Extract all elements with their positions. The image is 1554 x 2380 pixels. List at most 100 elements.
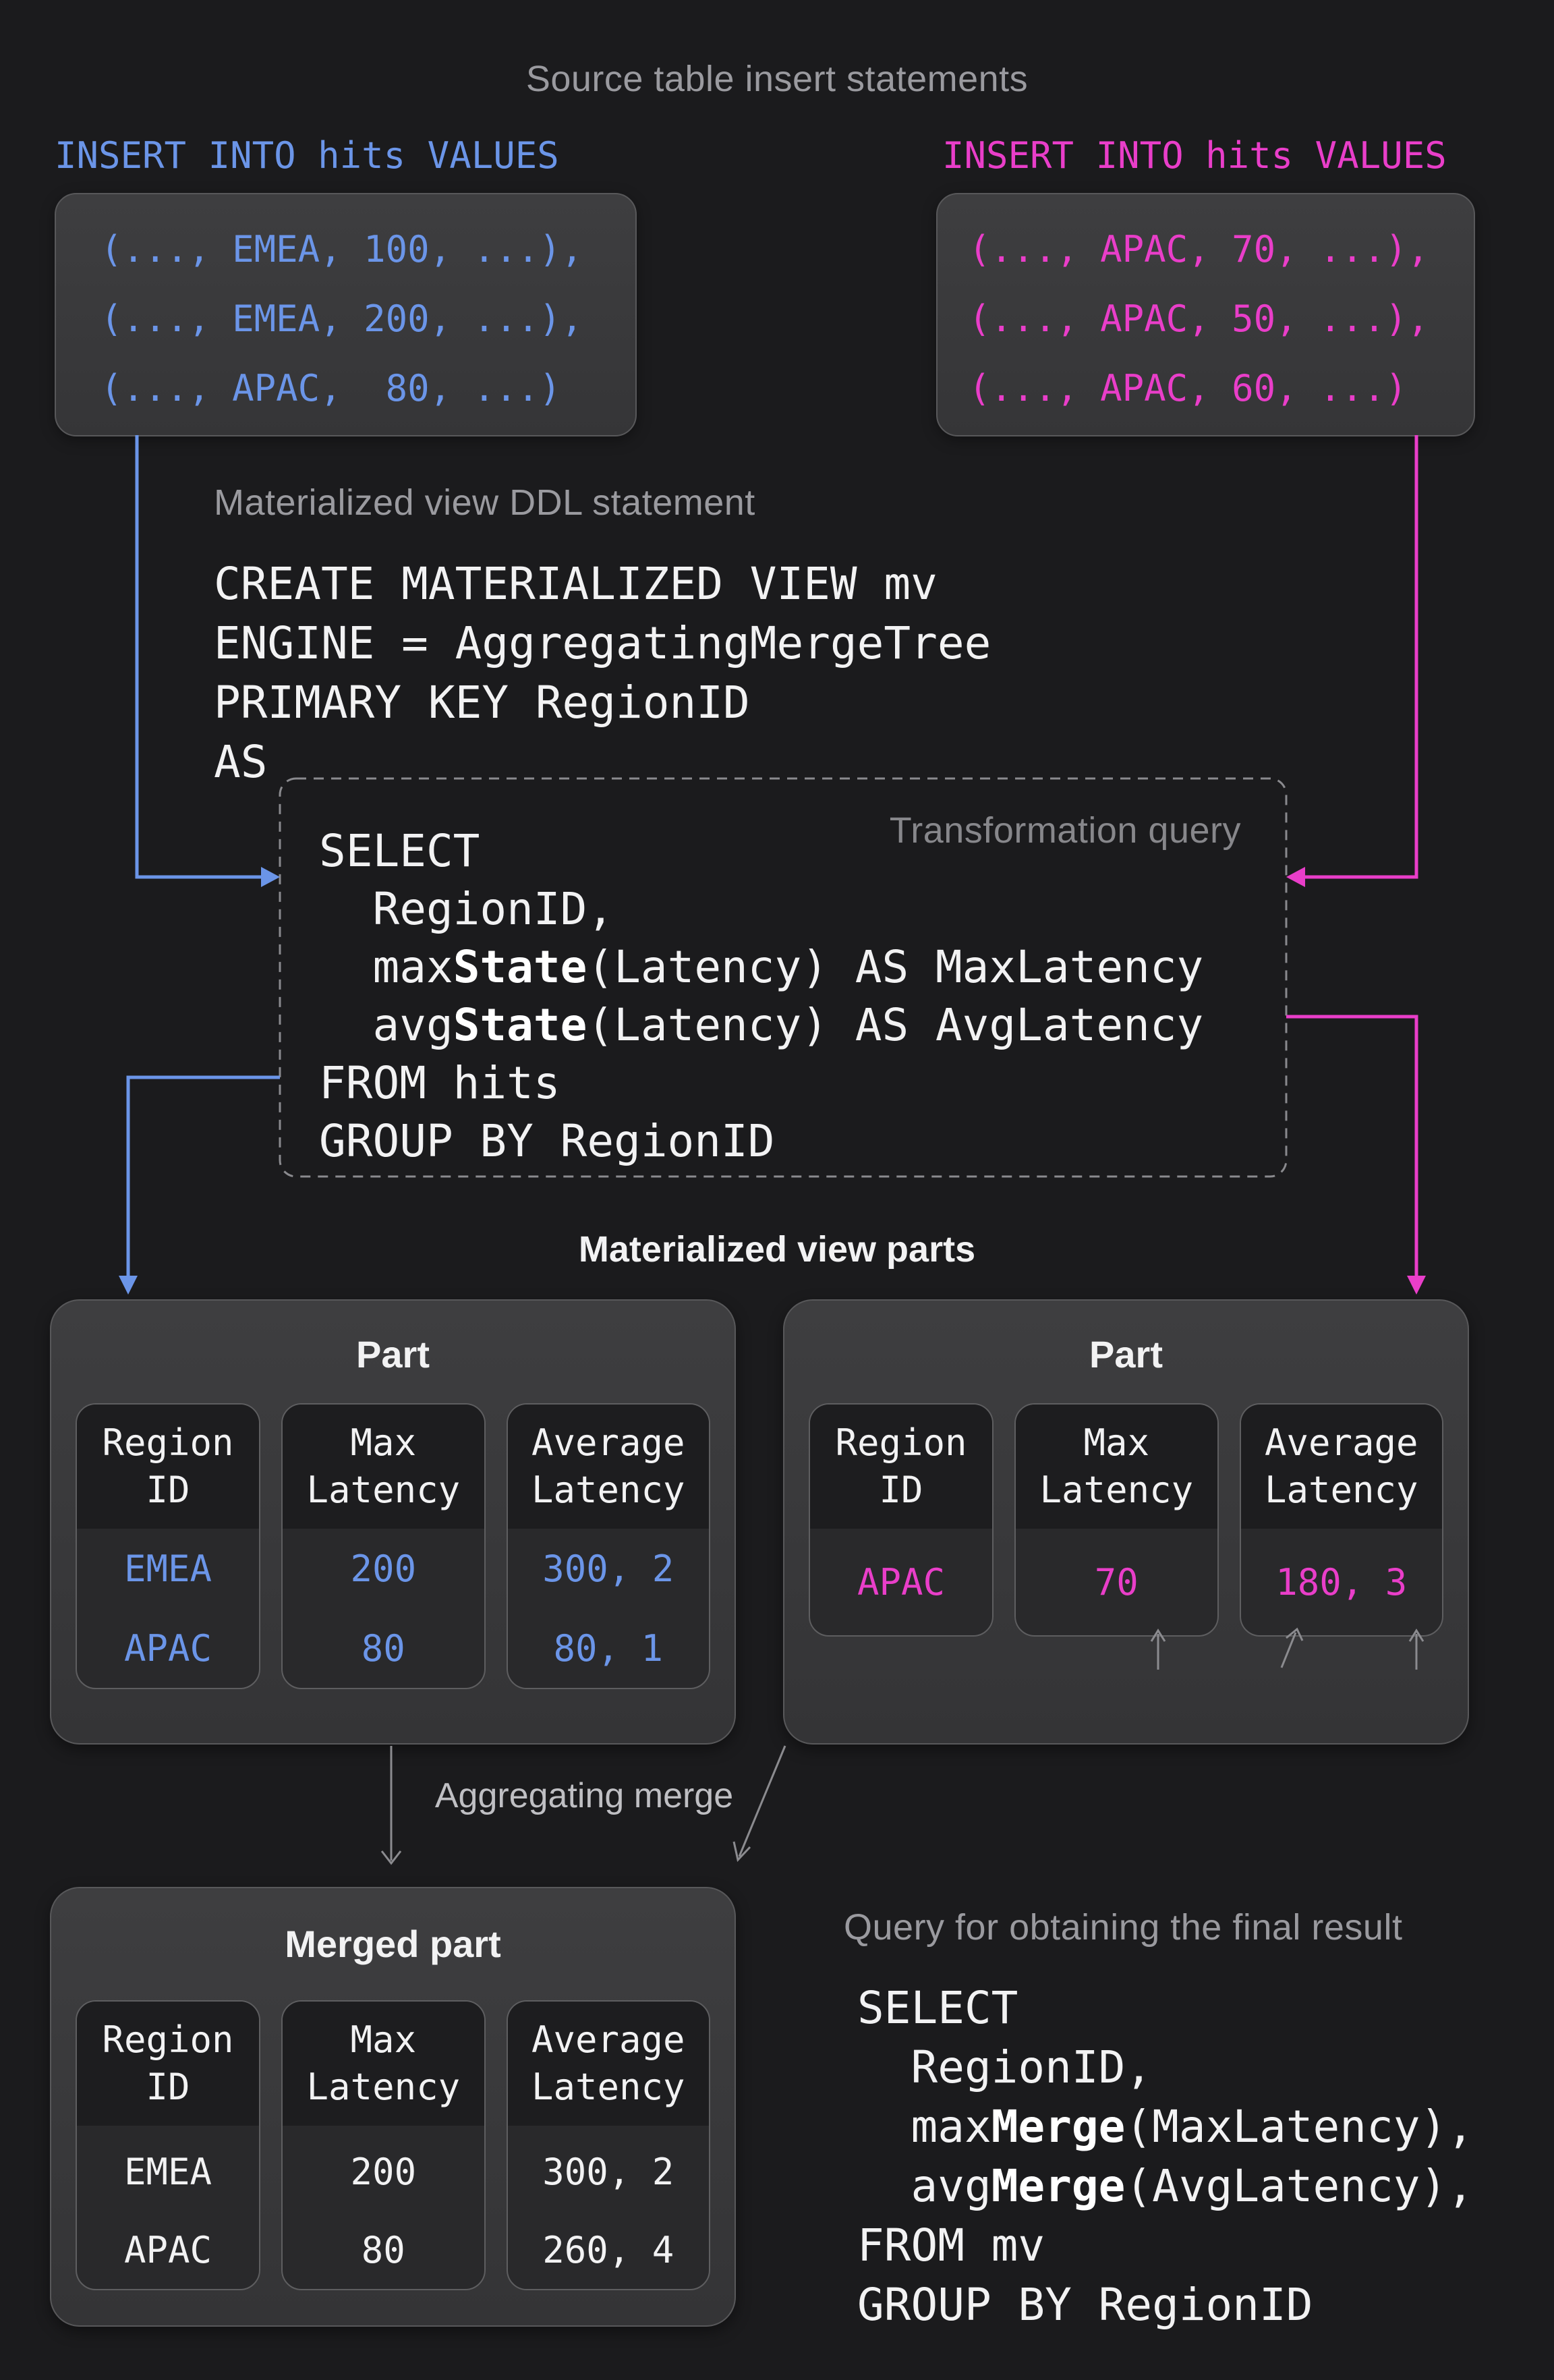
cell-value: 300, 2	[542, 1548, 674, 1590]
column-header-line: Latency	[1040, 1467, 1194, 1514]
insert-right-code: (..., APAC, 70, ...),(..., APAC, 50, ...…	[938, 194, 1474, 423]
insert-right-box: (..., APAC, 70, ...),(..., APAC, 50, ...…	[936, 193, 1475, 436]
code-line: ENGINE = AggregatingMergeTree	[214, 614, 991, 673]
code-line: FROM hits	[319, 1054, 1203, 1112]
code-line: FROM mv	[857, 2216, 1474, 2275]
column-header: MaxLatency	[283, 2002, 484, 2126]
insert-left-code: (..., EMEA, 100, ...),(..., EMEA, 200, .…	[56, 194, 635, 423]
part-right-table: RegionIDAPACMaxLatency70AverageLatency18…	[809, 1403, 1443, 1637]
transformation-code: SELECT RegionID, maxState(Latency) AS Ma…	[319, 822, 1203, 1170]
code-line: SELECT	[319, 822, 1203, 880]
blue-query-to-part-arrowhead	[119, 1276, 138, 1295]
column-header-line: Average	[531, 1419, 685, 1467]
column-header: AverageLatency	[508, 1405, 709, 1529]
ddl-title: Materialized view DDL statement	[214, 482, 755, 523]
column-header-line: Max	[351, 1419, 417, 1467]
cell-value: EMEA	[124, 2151, 212, 2193]
column-header-line: Latency	[307, 2064, 461, 2111]
mv-parts-title: Materialized view parts	[0, 1228, 1554, 1270]
column-header-line: ID	[146, 1467, 190, 1514]
part-left-table: RegionIDEMEAAPACMaxLatency20080AverageLa…	[76, 1403, 710, 1689]
blue-insert-to-query-arrowhead	[261, 867, 280, 887]
final-query-code: SELECT RegionID, maxMerge(MaxLatency), a…	[857, 1979, 1474, 2335]
column-values: 20080	[283, 1529, 484, 1688]
part-right-box: Part RegionIDAPACMaxLatency70AverageLate…	[783, 1299, 1469, 1745]
code-line: RegionID,	[857, 2038, 1474, 2097]
aggregating-merge-label: Aggregating merge	[0, 1776, 1168, 1816]
magenta-insert-to-query-line	[1304, 435, 1416, 877]
cell-value: 70	[1095, 1561, 1139, 1604]
table-column: AverageLatency180, 3	[1240, 1403, 1443, 1637]
cell-value: APAC	[124, 1627, 212, 1670]
cell-value: APAC	[857, 1561, 945, 1604]
column-values: 70	[1016, 1529, 1217, 1635]
column-header: MaxLatency	[1016, 1405, 1217, 1529]
code-line: avgMerge(AvgLatency),	[857, 2157, 1474, 2216]
column-values: 300, 2 260, 4	[508, 2126, 709, 2289]
cell-value: 200	[351, 2151, 417, 2193]
column-header-line: ID	[146, 2064, 190, 2111]
code-line: avgState(Latency) AS AvgLatency	[319, 996, 1203, 1054]
column-header-line: Average	[531, 2016, 685, 2064]
column-header: RegionID	[810, 1405, 992, 1529]
cell-value: 260, 4	[542, 2229, 674, 2271]
column-header-line: Region	[103, 1419, 234, 1467]
column-header-line: Region	[103, 2016, 234, 2064]
code-line: GROUP BY RegionID	[857, 2275, 1474, 2335]
column-values: 300, 2 80, 1	[508, 1529, 709, 1688]
magenta-insert-to-query-arrowhead	[1286, 867, 1305, 887]
column-header-line: Region	[836, 1419, 967, 1467]
column-header-line: Latency	[531, 1467, 685, 1514]
merged-part-table: RegionIDEMEAAPACMaxLatency20080AverageLa…	[76, 2000, 710, 2290]
ddl-code: CREATE MATERIALIZED VIEW mvENGINE = Aggr…	[214, 555, 991, 792]
part-right-title: Part	[784, 1332, 1468, 1376]
column-header-line: Max	[1084, 1419, 1150, 1467]
code-line: SELECT	[857, 1979, 1474, 2038]
part-left-box: Part RegionIDEMEAAPACMaxLatency20080Aver…	[50, 1299, 736, 1745]
code-line: maxMerge(MaxLatency),	[857, 2097, 1474, 2157]
column-header-line: Latency	[531, 2064, 685, 2111]
code-line: (..., APAC, 60, ...)	[969, 353, 1474, 423]
part-left-title: Part	[51, 1332, 735, 1376]
merge-arrow-left-head	[382, 1851, 401, 1863]
column-header-line: Average	[1265, 1419, 1418, 1467]
table-column: MaxLatency20080	[281, 1403, 485, 1689]
code-line: GROUP BY RegionID	[319, 1112, 1203, 1170]
code-line: (..., APAC, 70, ...),	[969, 215, 1474, 284]
table-column: MaxLatency20080	[281, 2000, 485, 2290]
source-inserts-title: Source table insert statements	[0, 58, 1554, 100]
cell-value: 300, 2	[542, 2151, 674, 2193]
table-column: AverageLatency 300, 2 80, 1	[507, 1403, 710, 1689]
code-line: RegionID,	[319, 880, 1203, 938]
table-column: RegionID EMEA APAC	[76, 2000, 260, 2290]
column-header: RegionID	[77, 1405, 259, 1529]
cell-value: EMEA	[124, 1548, 212, 1590]
code-line: (..., APAC, 80, ...)	[100, 353, 635, 423]
merged-part-box: Merged part RegionIDEMEAAPACMaxLatency20…	[50, 1887, 736, 2327]
column-values: 20080	[283, 2126, 484, 2289]
code-line: (..., APAC, 50, ...),	[969, 284, 1474, 353]
insert-left-header: INSERT INTO hits VALUES	[55, 134, 559, 177]
column-values: 180, 3	[1241, 1529, 1442, 1635]
cell-value: APAC	[124, 2229, 212, 2271]
insert-right-header: INSERT INTO hits VALUES	[942, 134, 1447, 177]
magenta-query-to-part-arrowhead	[1407, 1276, 1426, 1295]
column-header-line: Latency	[1265, 1467, 1418, 1514]
column-values: EMEA APAC	[77, 2126, 259, 2289]
column-header: AverageLatency	[1241, 1405, 1442, 1529]
final-query-title: Query for obtaining the final result	[844, 1906, 1402, 1948]
column-values: EMEA APAC	[77, 1529, 259, 1688]
column-header: MaxLatency	[283, 1405, 484, 1529]
table-column: RegionID APAC	[809, 1403, 994, 1637]
insert-left-box: (..., EMEA, 100, ...),(..., EMEA, 200, .…	[55, 193, 637, 436]
code-line: AS	[214, 733, 991, 792]
code-line: CREATE MATERIALIZED VIEW mv	[214, 555, 991, 614]
column-header: RegionID	[77, 2002, 259, 2126]
merge-arrow-right-head	[734, 1842, 750, 1860]
column-header-line: Max	[351, 2016, 417, 2064]
code-line: (..., EMEA, 200, ...),	[100, 284, 635, 353]
code-line: PRIMARY KEY RegionID	[214, 673, 991, 733]
cell-value: 80, 1	[553, 1627, 663, 1670]
table-column: RegionID EMEA APAC	[76, 1403, 260, 1689]
column-header-line: ID	[880, 1467, 923, 1514]
